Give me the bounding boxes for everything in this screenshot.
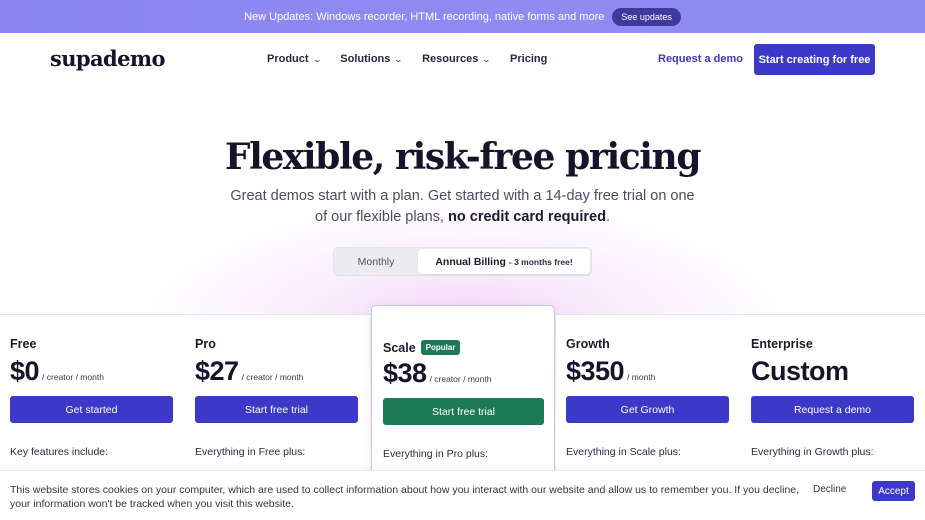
hero-subtitle-end: .	[605, 209, 610, 225]
see-updates-button[interactable]: See updates	[612, 7, 681, 26]
plan-name: Enterprise	[751, 337, 813, 351]
plan-features-heading: Everything in Pro plus:	[383, 448, 489, 460]
nav-item-label: Pricing	[510, 53, 548, 65]
plan-features-heading: Everything in Scale plus:	[566, 446, 681, 458]
announcement-text: New Updates: Windows recorder, HTML reco…	[244, 10, 605, 23]
plan-period: / creator / month	[429, 374, 492, 384]
plan-name: Scale	[383, 340, 416, 355]
page-title: Flexible, risk-free pricing	[224, 136, 702, 178]
annual-promo-text: - 3 months free!	[508, 256, 573, 267]
nav-item-label: Solutions	[340, 53, 391, 65]
plan-period: / creator / month	[241, 372, 304, 382]
nav-menu: Product ⌄ Solutions ⌄ Resources ⌄ Pricin…	[267, 53, 547, 65]
chevron-down-icon: ⌄	[312, 54, 322, 64]
plan-price: Custom	[751, 356, 849, 386]
billing-option-monthly[interactable]: Monthly	[334, 248, 418, 275]
plan-price-row: $27 / creator / month	[195, 356, 303, 387]
plan-price: $38	[383, 358, 427, 388]
billing-toggle: Monthly Annual Billing - 3 months free!	[333, 247, 592, 276]
nav-item-label: Product	[267, 53, 309, 65]
request-demo-link[interactable]: Request a demo	[658, 53, 743, 65]
announcement-bar: New Updates: Windows recorder, HTML reco…	[0, 0, 925, 33]
plan-features-heading: Key features include:	[10, 446, 109, 458]
nav-item-pricing[interactable]: Pricing	[510, 53, 547, 65]
hero-subtitle-bold: no credit card required	[448, 209, 606, 225]
get-started-button[interactable]: Get started	[10, 396, 173, 423]
plan-period: / month	[627, 372, 656, 382]
accept-button[interactable]: Accept	[872, 481, 915, 501]
plan-name: Growth	[566, 337, 610, 351]
request-demo-button[interactable]: Request a demo	[751, 396, 914, 423]
get-growth-button[interactable]: Get Growth	[566, 396, 729, 423]
plan-price: $350	[566, 356, 625, 386]
chevron-down-icon: ⌄	[394, 54, 404, 64]
plan-period: / creator / month	[42, 372, 104, 382]
plan-price-row: $350 / month	[566, 356, 655, 387]
plan-price: $27	[195, 356, 239, 386]
plan-name-row: Scale Popular	[383, 340, 461, 355]
plan-features-heading: Everything in Free plus:	[195, 446, 306, 458]
nav-item-solutions[interactable]: Solutions ⌄	[340, 53, 404, 65]
chevron-down-icon: ⌄	[482, 54, 492, 64]
popular-badge: Popular	[420, 340, 461, 355]
plan-price-row: $38 / creator / month	[383, 358, 491, 389]
billing-option-annual[interactable]: Annual Billing - 3 months free!	[418, 249, 590, 274]
plan-price-row: Custom	[751, 356, 852, 387]
start-creating-button[interactable]: Start creating for free	[754, 44, 875, 75]
plan-price-row: $0 / creator / month	[10, 356, 104, 387]
cookie-banner-text: This website stores cookies on your comp…	[10, 484, 800, 510]
hero-subtitle: Great demos start with a plan. Get start…	[225, 186, 700, 228]
nav-item-product[interactable]: Product ⌄	[267, 53, 322, 65]
start-free-trial-button[interactable]: Start free trial	[383, 398, 544, 425]
top-nav: supademo Product ⌄ Solutions ⌄ Resources…	[0, 33, 925, 87]
plan-name: Pro	[195, 337, 216, 351]
plan-features-heading: Everything in Growth plus:	[751, 446, 874, 458]
cookie-banner: This website stores cookies on your comp…	[0, 470, 925, 520]
plan-name: Free	[10, 337, 37, 351]
nav-item-label: Resources	[422, 53, 479, 65]
logo[interactable]: supademo	[50, 46, 165, 71]
billing-option-annual-label: Annual Billing	[435, 255, 506, 268]
nav-item-resources[interactable]: Resources ⌄	[422, 53, 492, 65]
plan-price: $0	[10, 356, 40, 386]
decline-button[interactable]: Decline	[813, 484, 846, 495]
start-free-trial-button[interactable]: Start free trial	[195, 396, 358, 423]
